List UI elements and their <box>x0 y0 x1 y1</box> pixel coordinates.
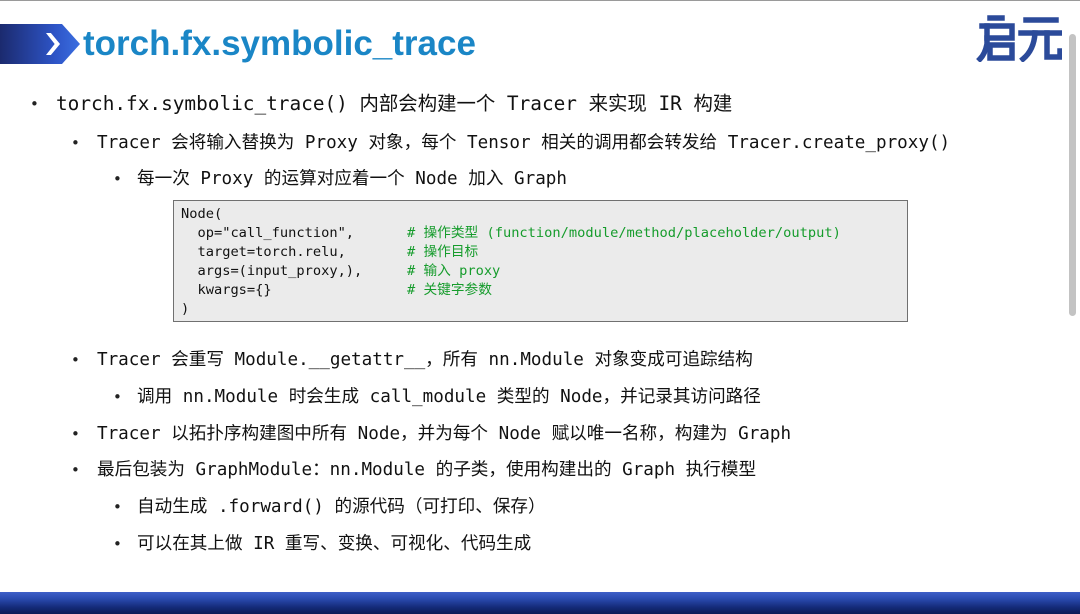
bullet-dot: • <box>71 425 80 443</box>
scrollbar-thumb[interactable] <box>1069 34 1076 316</box>
bullet-dot: • <box>113 535 122 553</box>
bullet-dot: • <box>30 95 39 113</box>
code-line: ) <box>181 301 190 317</box>
code-comment: # 输入 proxy <box>407 263 501 279</box>
bullet-text: 自动生成 .forward() 的源代码（可打印、保存） <box>137 497 546 517</box>
bullet-dot: • <box>113 388 122 406</box>
bullet-text: 可以在其上做 IR 重写、变换、可视化、代码生成 <box>137 534 532 554</box>
bullet-dot: • <box>71 351 80 369</box>
logo <box>976 14 1063 63</box>
code-comment: # 操作目标 <box>407 244 479 260</box>
code-line: op="call_function", <box>181 225 355 241</box>
code-line: Node( <box>181 206 223 222</box>
bullet-text: 最后包装为 GraphModule：nn.Module 的子类，使用构建出的 G… <box>97 460 757 480</box>
scrollbar[interactable] <box>1066 34 1080 324</box>
code-block: Node( op="call_function", # 操作类型 (functi… <box>173 200 908 322</box>
bullet-dot: • <box>113 498 122 516</box>
bullet-text: 每一次 Proxy 的运算对应着一个 Node 加入 Graph <box>137 169 567 189</box>
slide-title: torch.fx.symbolic_trace <box>83 24 476 63</box>
logo-icon <box>976 15 1063 63</box>
bullet-dot: • <box>71 461 80 479</box>
bullet-text: 调用 nn.Module 时会生成 call_module 类型的 Node，并… <box>137 387 761 407</box>
code-line: kwargs={} <box>181 282 272 298</box>
bullet-text: Tracer 以拓扑序构建图中所有 Node，并为每个 Node 赋以唯一名称，… <box>97 424 792 444</box>
bullet-text: torch.fx.symbolic_trace() 内部会构建一个 Tracer… <box>56 92 733 115</box>
code-comment: # 操作类型 (function/module/method/placehold… <box>407 225 841 241</box>
code-line: args=(input_proxy,), <box>181 263 363 279</box>
bullet-dot: • <box>113 170 122 188</box>
bullet-dot: • <box>71 134 80 152</box>
bullet-text: Tracer 会重写 Module.__getattr__，所有 nn.Modu… <box>97 350 753 370</box>
code-comment: # 关键字参数 <box>407 282 492 298</box>
top-border-line <box>0 0 1080 1</box>
bullet-text: Tracer 会将输入替换为 Proxy 对象，每个 Tensor 相关的调用都… <box>97 133 951 153</box>
title-arrow-shape <box>0 24 80 64</box>
footer-bar <box>0 592 1080 614</box>
code-line: target=torch.relu, <box>181 244 346 260</box>
